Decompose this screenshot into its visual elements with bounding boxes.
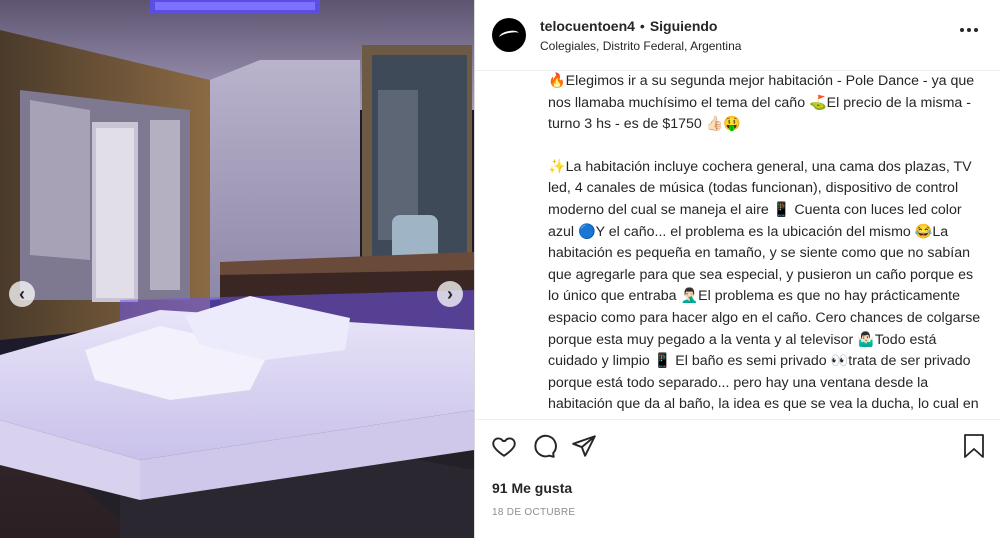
instagram-post: ‹ › telocuentoen4 • Siguiendo Colegiales, …	[0, 0, 1000, 538]
caption-paragraph: ✨La habitación incluye cochera general, …	[548, 158, 981, 413]
comment-icon[interactable]	[531, 433, 557, 459]
username-link[interactable]: telocuentoen4	[540, 18, 635, 34]
follow-status-button[interactable]: Siguiendo	[650, 18, 718, 34]
caption-paragraph: 🔥Elegimos ir a su segunda mejor habitaci…	[548, 73, 979, 133]
avatar[interactable]	[492, 18, 526, 52]
bookmark-icon[interactable]	[962, 433, 986, 459]
post-photo[interactable]: ‹ ›	[0, 0, 474, 538]
motel-room-photo	[0, 0, 474, 538]
header-line: telocuentoen4 • Siguiendo	[540, 18, 741, 35]
post-caption: 🔥Elegimos ir a su segunda mejor habitaci…	[548, 71, 988, 417]
chevron-right-icon[interactable]: ›	[437, 281, 463, 307]
chevron-left-icon[interactable]: ‹	[9, 281, 35, 307]
post-sidebar: telocuentoen4 • Siguiendo Colegiales, Dist…	[475, 0, 1000, 538]
action-bar	[491, 433, 597, 459]
heart-icon[interactable]	[491, 433, 517, 459]
header-info: telocuentoen4 • Siguiendo Colegiales, Dist…	[540, 18, 741, 53]
actions-divider	[475, 419, 1000, 420]
post-date: 18 DE OCTUBRE	[492, 507, 576, 518]
likes-count[interactable]: 91 Me gusta	[492, 480, 572, 496]
paper-plane-icon[interactable]	[571, 433, 597, 459]
location-link[interactable]: Colegiales, Distrito Federal, Argentina	[540, 39, 741, 53]
separator-dot: •	[639, 17, 645, 34]
post-header: telocuentoen4 • Siguiendo Colegiales, Dist…	[475, 0, 1000, 71]
more-options-icon[interactable]	[960, 28, 978, 32]
